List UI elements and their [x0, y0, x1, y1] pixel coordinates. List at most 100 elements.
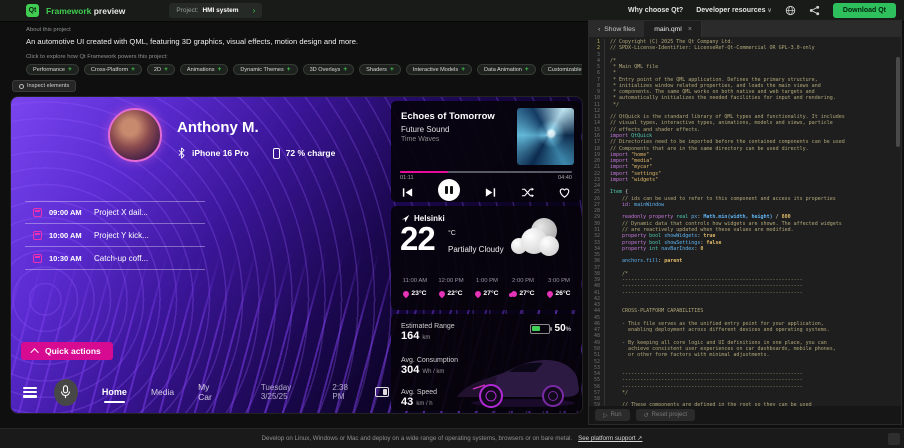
code-view[interactable]: 1// Copyright (C) 2025 The Qt Company Lt…: [589, 37, 901, 406]
link-why-choose-qt[interactable]: Why choose Qt?: [628, 7, 683, 14]
qt-logo: Qt: [26, 4, 39, 17]
weather-temp: 27°C: [505, 290, 541, 297]
microphone-icon: [60, 385, 71, 399]
device-charge: 72 % charge: [286, 148, 336, 158]
plus-icon: +: [343, 66, 347, 73]
tag-performance[interactable]: Performance+: [26, 64, 79, 75]
run-button[interactable]: ▷Run: [595, 409, 630, 421]
share-icon[interactable]: [809, 5, 820, 16]
editor-scrollbar[interactable]: [896, 57, 900, 147]
next-track-icon[interactable]: [484, 186, 497, 199]
plus-icon: +: [164, 66, 168, 73]
tag-cross-platform[interactable]: Cross-Platform+: [84, 64, 142, 75]
tab-main-qml[interactable]: main.qml ×: [645, 21, 702, 37]
range-value: 164: [401, 330, 419, 342]
show-files-button[interactable]: ‹Show files: [589, 21, 645, 37]
hmi-dashboard-preview[interactable]: Anthony M. iPhone 16 Pro 72 % charge 09:…: [10, 96, 583, 414]
schedule-item[interactable]: 09:00 AMProject X dail...: [25, 201, 205, 224]
globe-icon[interactable]: [785, 5, 796, 16]
nav-item-media[interactable]: Media: [151, 387, 174, 397]
vehicle-stats-card: Estimated Range 164 km 50% Avg. Consumpt…: [391, 314, 581, 411]
tag-animations[interactable]: Animations+: [180, 64, 228, 75]
battery-indicator: 50%: [530, 323, 571, 334]
progress-bar[interactable]: [400, 171, 572, 173]
project-selector[interactable]: Project: HMI system ›: [169, 3, 262, 18]
quick-actions-button[interactable]: Quick actions: [21, 342, 113, 360]
code-editor: ‹Show files main.qml × 1// Copyright (C)…: [588, 20, 902, 425]
close-icon[interactable]: ×: [688, 26, 692, 33]
weather-card: Helsinki 22 °C Partially Cloudy 11:00 AM…: [391, 206, 581, 310]
progress-fill: [400, 171, 448, 173]
profile-device-row: iPhone 16 Pro 72 % charge: [177, 147, 335, 159]
schedule-time: 10:30 AM: [49, 254, 87, 263]
chevron-down-icon: ∨: [767, 8, 771, 14]
speed-label: Avg. Speed: [401, 389, 437, 396]
phone-battery-icon: [273, 148, 280, 159]
car-illustration: [453, 339, 581, 411]
plus-icon: +: [461, 66, 465, 73]
range-unit: km: [422, 335, 430, 341]
nav-item-my-car[interactable]: My Car: [198, 382, 223, 402]
total-time: 04:40: [558, 175, 572, 181]
weather-temperature: 22: [400, 220, 435, 258]
avatar[interactable]: [108, 108, 162, 162]
menu-icon[interactable]: [23, 387, 37, 398]
link-developer-resources[interactable]: Developer resources ∨: [696, 7, 772, 14]
pause-button[interactable]: [438, 179, 460, 201]
weather-unit: °C: [448, 230, 456, 237]
schedule-item[interactable]: 10:00 AM Project Y kick...: [25, 224, 205, 247]
dashboard-nav-bar: Home Media My Car Tuesday 3/25/25 2:38 P…: [21, 378, 389, 406]
shuffle-icon[interactable]: [521, 186, 534, 199]
nav-time: 2:38 PM: [332, 383, 359, 401]
chevron-right-icon: ›: [253, 6, 256, 15]
footer-corner-widget[interactable]: [888, 433, 900, 445]
plus-icon: +: [287, 66, 291, 73]
download-qt-button[interactable]: Download Qt: [833, 3, 896, 18]
platform-support-link[interactable]: See platform support ↗: [578, 435, 642, 442]
schedule-list: 09:00 AMProject X dail... 10:00 AM Project…: [25, 201, 205, 270]
speed-unit: km / h: [416, 401, 432, 407]
favorite-icon[interactable]: [558, 186, 571, 199]
inspect-icon: [19, 84, 24, 89]
schedule-title: Project X dail...: [94, 208, 148, 217]
cloud-icon: [511, 291, 517, 297]
nav-date: Tuesday 3/25/25: [261, 383, 315, 401]
tag-2d[interactable]: 2D+: [147, 64, 175, 75]
weather-hour: 12:00 PM: [433, 278, 469, 284]
drop-icon: [438, 289, 446, 297]
nav-item-home[interactable]: Home: [102, 387, 127, 397]
editor-tab-bar: ‹Show files main.qml ×: [589, 21, 901, 37]
schedule-time: 10:00 AM: [49, 231, 87, 240]
display-switch-icon[interactable]: [375, 387, 389, 397]
tag-dynamic-themes[interactable]: Dynamic Themes+: [233, 64, 297, 75]
schedule-item[interactable]: 10:30 AMCatch-up coff...: [25, 247, 205, 270]
track-title: Echoes of Tomorrow: [401, 111, 495, 122]
previous-track-icon[interactable]: [401, 186, 414, 199]
calendar-icon: [33, 254, 42, 263]
tag-3d-overlays[interactable]: 3D Overlays+: [303, 64, 355, 75]
reset-project-button[interactable]: ↺Reset project: [636, 409, 695, 421]
tag-shaders[interactable]: Shaders+: [359, 64, 401, 75]
tag-data-animation[interactable]: Data Animation+: [477, 64, 536, 75]
project-name: HMI system: [202, 7, 238, 14]
consumption-value: 304: [401, 364, 419, 376]
schedule-title: Project Y kick...: [94, 231, 149, 240]
track-artist: Future Sound: [401, 125, 449, 134]
weather-condition: Partially Cloudy: [448, 245, 504, 254]
elapsed-time: 01:11: [400, 175, 414, 181]
tag-interactive-models[interactable]: Interactive Models+: [406, 64, 472, 75]
voice-assistant-button[interactable]: [54, 379, 78, 406]
weather-temp: 26°C: [541, 290, 577, 297]
reset-icon: ↺: [644, 412, 649, 419]
code-line: 59 // These components are defined in th…: [589, 402, 901, 406]
inspect-elements-button[interactable]: Inspect elements: [12, 80, 76, 92]
drop-icon: [546, 289, 554, 297]
speed-value: 43: [401, 396, 413, 408]
app-title-framework: Framework: [46, 6, 91, 16]
weather-hour: 3:00 PM: [541, 278, 577, 284]
footer: Develop on Linux, Windows or Mac and dep…: [0, 428, 904, 448]
tag-customizable-materials[interactable]: Customizable Materials+: [541, 64, 582, 75]
editor-actions: ▷Run ↺Reset project: [589, 406, 901, 424]
top-bar: Qt Framework preview Project: HMI system…: [0, 0, 904, 22]
footer-text: Develop on Linux, Windows or Mac and dep…: [262, 435, 573, 442]
